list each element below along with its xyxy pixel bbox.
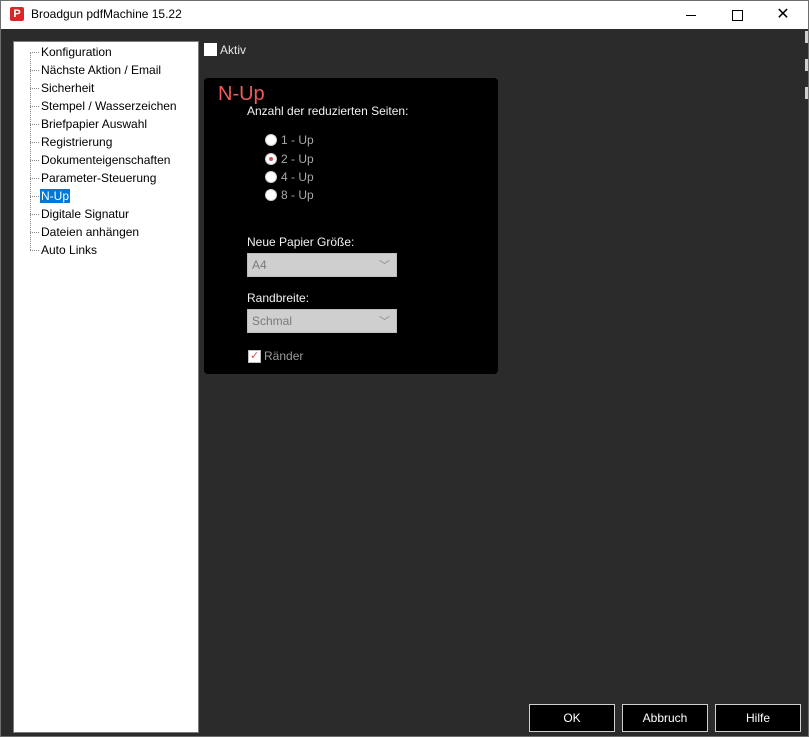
checkmark-icon: ✓ [250,350,260,362]
aktiv-checkbox[interactable] [204,43,217,56]
radio-button[interactable] [265,171,277,183]
cancel-button[interactable]: Abbruch [622,704,708,732]
ok-button[interactable]: OK [529,704,615,732]
tree-item-label: Parameter-Steuerung [41,171,157,185]
borders-checkbox-row[interactable]: ✓ Ränder [248,349,368,363]
paper-size-label: Neue Papier Größe: [247,235,355,249]
tree-item-dateien-anhaengen[interactable]: Dateien anhängen [14,223,198,241]
chevron-down-icon: ﹀ [379,260,390,272]
settings-tree[interactable]: Konfiguration Nächste Aktion / Email Sic… [13,41,199,733]
tree-item-dokumenteigenschaften[interactable]: Dokumenteigenschaften [14,151,198,169]
window-title: Broadgun pdfMachine 15.22 [31,7,182,21]
aktiv-label: Aktiv [220,43,247,57]
tree-item-auto-links[interactable]: Auto Links [14,241,198,259]
radio-label: 2 - Up [281,152,314,166]
radio-button[interactable] [265,189,277,201]
title-bar: P Broadgun pdfMachine 15.22 ✕ [1,1,808,29]
n-up-panel: N-Up Anzahl der reduzierten Seiten: 1 - … [204,78,498,374]
tree-item-naechste-aktion[interactable]: Nächste Aktion / Email [14,61,198,79]
maximize-icon [731,9,743,21]
minimize-button[interactable] [668,1,714,29]
tree-item-konfiguration[interactable]: Konfiguration [14,43,198,61]
tree-item-stempel[interactable]: Stempel / Wasserzeichen [14,97,198,115]
radio-label: 8 - Up [281,188,314,202]
radio-2-up[interactable]: 2 - Up [265,152,365,168]
radio-1-up[interactable]: 1 - Up [265,133,365,149]
radio-4-up[interactable]: 4 - Up [265,170,365,186]
tree-item-sicherheit[interactable]: Sicherheit [14,79,198,97]
paper-size-select[interactable]: A4 ﹀ [247,253,397,277]
app-logo-letter: P [13,8,21,20]
tree-item-label: Briefpapier Auswahl [41,117,148,131]
tree-item-label: Sicherheit [41,81,95,95]
help-button[interactable]: Hilfe [715,704,801,732]
margin-width-select[interactable]: Schmal ﹀ [247,309,397,333]
radio-label: 4 - Up [281,170,314,184]
maximize-button[interactable] [714,1,760,29]
panel-title: N-Up [218,83,265,105]
radio-button[interactable] [265,134,277,146]
scrollbar-indicator [805,31,808,101]
chevron-down-icon: ﹀ [379,316,390,328]
tree-item-label: Konfiguration [41,45,112,59]
tree-item-label: Nächste Aktion / Email [41,63,162,77]
close-button[interactable]: ✕ [760,1,806,29]
minimize-icon [686,14,696,16]
page-count-label: Anzahl der reduzierten Seiten: [247,104,409,118]
tree-item-briefpapier[interactable]: Briefpapier Auswahl [14,115,198,133]
tree-item-label: Dateien anhängen [41,225,140,239]
tree-item-label: Stempel / Wasserzeichen [41,99,177,113]
tree-item-label: Auto Links [41,243,98,257]
tree-item-label: N-Up [40,189,71,203]
tree-item-label: Registrierung [41,135,113,149]
app-logo-icon: P [10,7,24,21]
tree-item-label: Dokumenteigenschaften [41,153,171,167]
borders-checkbox[interactable]: ✓ [248,350,261,363]
radio-button[interactable] [265,153,277,165]
radio-label: 1 - Up [281,133,314,147]
margin-width-value: Schmal [252,314,293,328]
radio-8-up[interactable]: 8 - Up [265,188,365,204]
tree-item-parameter-steuerung[interactable]: Parameter-Steuerung [14,169,198,187]
tree-item-label: Digitale Signatur [41,207,130,221]
tree-item-digitale-signatur[interactable]: Digitale Signatur [14,205,198,223]
tree-item-n-up[interactable]: N-Up [14,187,198,205]
paper-size-value: A4 [252,258,267,272]
main-window: P Broadgun pdfMachine 15.22 ✕ Konfigurat… [0,0,809,737]
tree-item-registrierung[interactable]: Registrierung [14,133,198,151]
borders-label: Ränder [264,349,304,363]
margin-width-label: Randbreite: [247,291,310,305]
close-icon: ✕ [776,6,790,23]
